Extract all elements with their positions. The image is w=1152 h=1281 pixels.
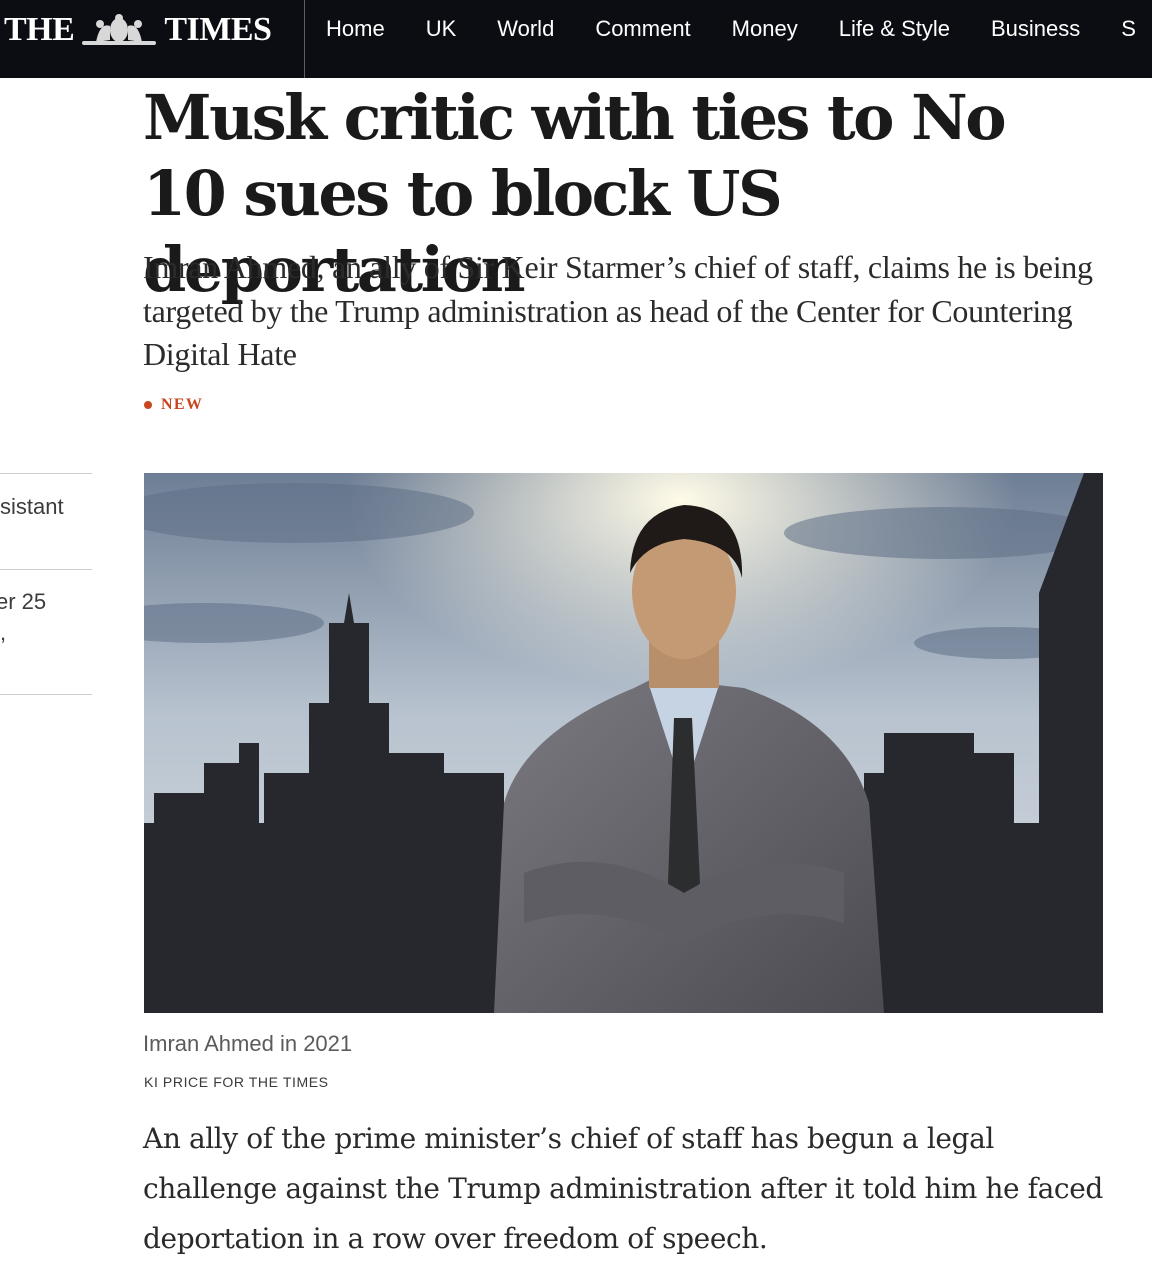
- times-logo[interactable]: THE TIMES: [4, 10, 272, 50]
- top-navigation-bar: THE TIMES Home UK World Comment Money Li…: [0, 0, 1152, 78]
- nav-item-money[interactable]: Money: [732, 14, 798, 44]
- rail-item-1-text[interactable]: sistant: [0, 494, 64, 520]
- nav-item-comment[interactable]: Comment: [595, 14, 690, 44]
- image-credit: KI PRICE FOR THE TIMES: [144, 1074, 329, 1090]
- article-standfirst: Imran Ahmed, an ally of Sir Keir Starmer…: [143, 249, 1093, 372]
- badge-dot-icon: [144, 401, 152, 409]
- hero-image[interactable]: [144, 473, 1103, 1013]
- nav-divider: [304, 0, 305, 78]
- nav-item-uk[interactable]: UK: [426, 14, 457, 44]
- nav-item-business[interactable]: Business: [991, 14, 1080, 44]
- badge-label: NEW: [161, 396, 204, 413]
- logo-word-the: THE: [4, 11, 75, 48]
- rail-divider: [0, 694, 92, 695]
- rail-divider: [0, 569, 92, 570]
- rail-item-2-text[interactable]: er 25: [0, 589, 46, 615]
- nav-item-life-style[interactable]: Life & Style: [839, 14, 950, 44]
- nav-item-cutoff[interactable]: S: [1121, 14, 1136, 44]
- left-rail-related-list: sistant er 25 ,: [0, 472, 92, 696]
- new-badge: NEW: [144, 396, 203, 414]
- nav-item-home[interactable]: Home: [326, 14, 385, 44]
- rail-item-2-text-line2: ,: [0, 620, 7, 645]
- image-caption: Imran Ahmed in 2021: [143, 1031, 353, 1056]
- article-body-paragraph: An ally of the prime minister’s chief of…: [143, 1122, 1103, 1255]
- main-nav-menu: Home UK World Comment Money Life & Style…: [326, 14, 1152, 44]
- nav-item-world[interactable]: World: [497, 14, 554, 44]
- rail-divider: [0, 473, 92, 474]
- royal-crest-icon: [76, 12, 162, 48]
- logo-word-times: TIMES: [164, 11, 272, 48]
